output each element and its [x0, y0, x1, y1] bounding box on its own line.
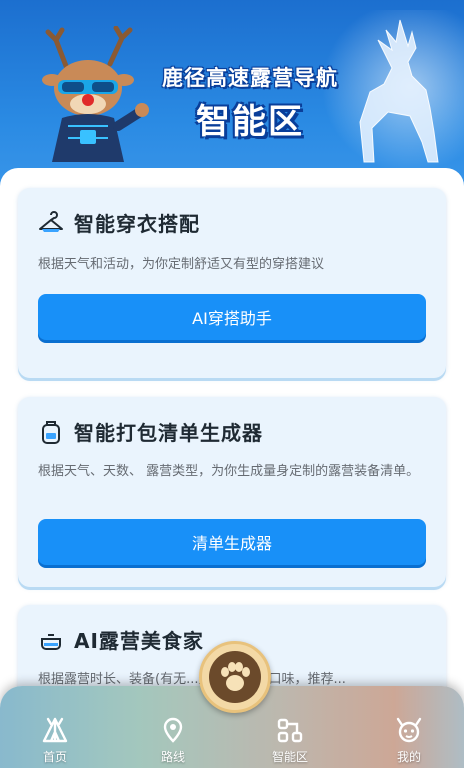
- nav-label: 首页: [42, 750, 67, 764]
- card-header: AI露营美食家: [38, 625, 204, 654]
- card-header: 智能穿衣搭配: [38, 208, 200, 237]
- nav-item-route[interactable]: 路线: [143, 716, 203, 765]
- section-title: 智能区: [196, 102, 304, 142]
- ai-outfit-assistant-button[interactable]: AI穿搭助手: [38, 294, 426, 340]
- nav-label: 我的: [396, 750, 421, 764]
- nav-label: 智能区: [271, 750, 308, 764]
- list-generator-button[interactable]: 清单生成器: [38, 519, 426, 565]
- card-title: AI露营美食家: [74, 629, 204, 653]
- card-title: 智能穿衣搭配: [74, 212, 200, 236]
- deer-silhouette-icon: [359, 19, 439, 163]
- card-outfit: 智能穿衣搭配 根据天气和活动，为你定制舒适又有型的穿搭建议 AI穿搭助手: [18, 188, 446, 378]
- nav-item-home[interactable]: 首页: [25, 716, 85, 765]
- tent-icon: [42, 717, 68, 743]
- nav-item-mine[interactable]: 我的: [379, 716, 439, 765]
- card-description: 根据天气、天数、 露营类型，为你生成量身定制的露营装备清单。: [38, 464, 420, 479]
- map-pin-icon: [163, 717, 183, 743]
- paw-center-button[interactable]: [199, 641, 271, 713]
- card-header: 智能打包清单生成器: [38, 417, 263, 446]
- paw-icon: [209, 651, 261, 703]
- nav-item-smart-zone[interactable]: 智能区: [260, 716, 320, 765]
- app-title: 鹿径高速露营导航: [162, 66, 338, 90]
- backpack-icon: [42, 420, 60, 444]
- smart-nodes-icon: [277, 718, 303, 743]
- hanger-icon: [39, 210, 63, 232]
- card-description: 根据天气和活动，为你定制舒适又有型的穿搭建议: [38, 257, 325, 272]
- cooking-pot-icon: [41, 633, 61, 650]
- hero-title: 鹿径高速露营导航 智能区: [150, 62, 350, 143]
- card-title: 智能打包清单生成器: [74, 421, 263, 445]
- nav-label: 路线: [160, 750, 185, 764]
- card-packing-list: 智能打包清单生成器 根据天气、天数、 露营类型，为你生成量身定制的露营装备清单。…: [18, 397, 446, 587]
- reindeer-mascot-icon: [42, 26, 149, 162]
- deer-face-icon: [396, 717, 422, 743]
